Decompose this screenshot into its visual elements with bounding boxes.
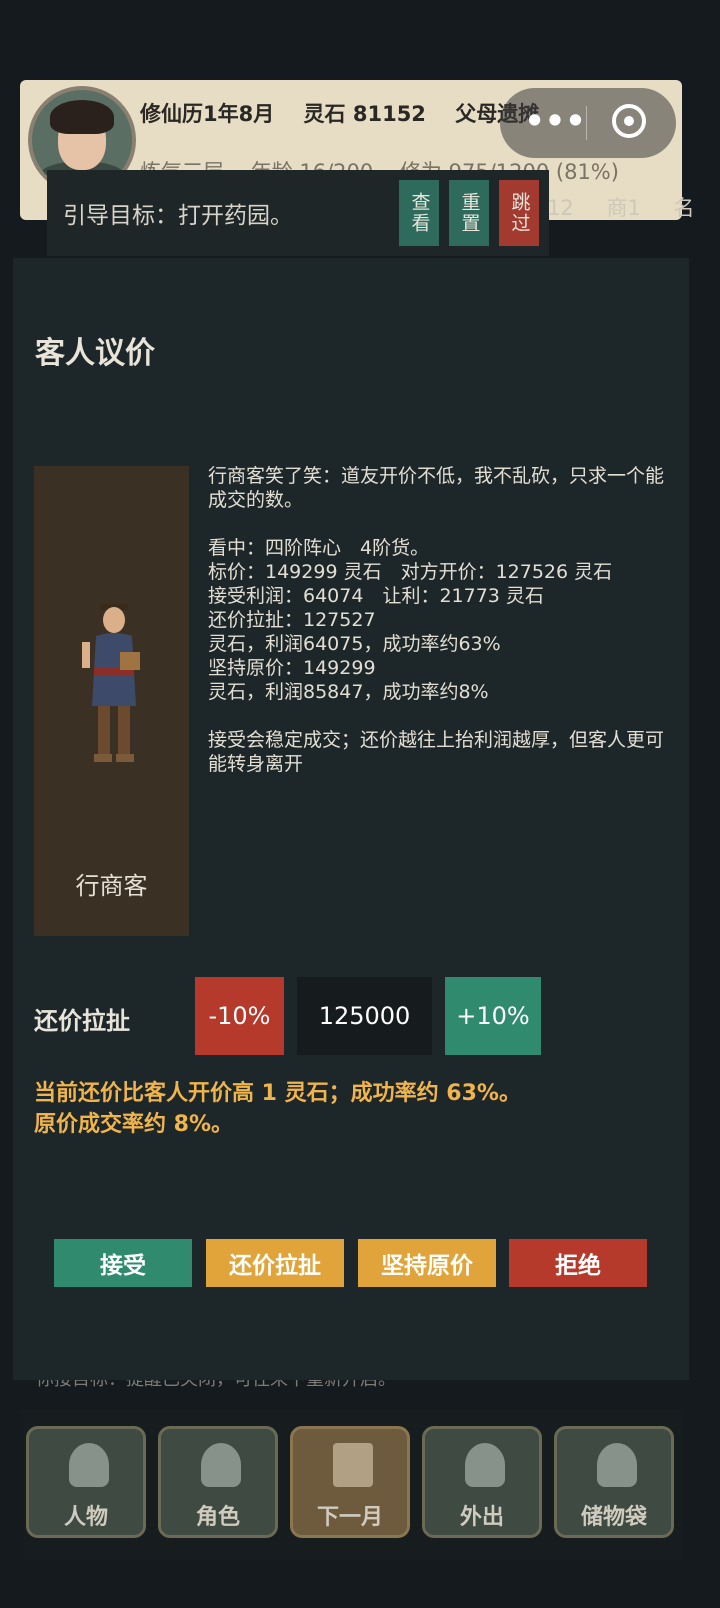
lotus-icon — [465, 1443, 505, 1487]
accept-profit-line: 接受利润：64074 让利：21773 灵石 — [208, 585, 544, 607]
hold-price-button[interactable]: 坚持原价 — [358, 1239, 496, 1287]
right-frag-b: 商1 — [606, 196, 641, 220]
guide-skip-button[interactable]: 跳过 — [499, 180, 539, 246]
nav-label: 储物袋 — [580, 1505, 647, 1530]
guide-view-button[interactable]: 查看 — [399, 180, 439, 246]
close-target-icon[interactable] — [612, 104, 646, 138]
capsule-divider — [586, 106, 587, 140]
strategy-note: 接受会稳定成交；还价越往上抬利润越厚，但客人更可能转身离开 — [208, 729, 665, 775]
haggle-label: 还价拉扯 — [34, 1007, 130, 1035]
merchant-portrait — [82, 604, 140, 762]
guide-text: 引导目标：打开药园。 — [63, 203, 293, 229]
customer-name: 行商客 — [75, 872, 148, 900]
decrease-price-button[interactable]: -10% — [195, 977, 284, 1055]
bottom-nav: 人物 角色 下一月 外出 储物袋 — [20, 1410, 682, 1560]
hold-line-2: 灵石，利润85847，成功率约8% — [208, 681, 489, 703]
hold-line-1: 坚持原价：149299 — [208, 657, 376, 679]
nav-storage-bag-button[interactable]: 储物袋 — [554, 1426, 674, 1538]
item-line: 看中：四阶阵心 4阶货。 — [208, 537, 430, 559]
increase-price-button[interactable]: +10% — [445, 977, 541, 1055]
calendar-text: 修仙历1年8月 — [140, 102, 275, 126]
person-icon — [69, 1443, 109, 1487]
more-icon[interactable]: ••• — [520, 104, 590, 142]
reject-button[interactable]: 拒绝 — [509, 1239, 647, 1287]
status-row-right: /12 商1 名 — [540, 192, 720, 222]
role-icon — [201, 1443, 241, 1487]
counter-price-input[interactable]: 125000 — [297, 977, 432, 1055]
nav-character-button[interactable]: 人物 — [26, 1426, 146, 1538]
modal-title: 客人议价 — [35, 336, 155, 371]
accept-button[interactable]: 接受 — [54, 1239, 192, 1287]
nav-label: 下一月 — [316, 1505, 383, 1530]
spirit-stones-text: 灵石 81152 — [303, 102, 426, 126]
right-frag-c: 名 — [673, 196, 695, 220]
nav-next-month-button[interactable]: 下一月 — [290, 1426, 410, 1538]
bag-icon — [597, 1443, 637, 1487]
status-row-main: 修仙历1年8月 灵石 81152 父母遗摊 — [140, 98, 561, 128]
counter-offer-button[interactable]: 还价拉扯 — [206, 1239, 344, 1287]
nav-role-button[interactable]: 角色 — [158, 1426, 278, 1538]
nav-label: 人物 — [63, 1505, 108, 1530]
mini-program-capsule: ••• — [500, 88, 676, 158]
list-price-line: 标价：149299 灵石 对方开价：127526 灵石 — [208, 561, 613, 583]
nav-label: 外出 — [459, 1505, 504, 1530]
nav-outing-button[interactable]: 外出 — [422, 1426, 542, 1538]
counter-line-2: 灵石，利润64075，成功率约63% — [208, 633, 501, 655]
counter-line-1: 还价拉扯：127527 — [208, 609, 376, 631]
guide-reset-button[interactable]: 重置 — [449, 180, 489, 246]
guide-banner: 引导目标：打开药园。 查看 重置 跳过 — [47, 170, 549, 256]
avatar-hair — [50, 100, 114, 134]
negotiation-details: 行商客笑了笑：道友开价不低，我不乱砍，只求一个能成交的数。 看中：四阶阵心 4阶… — [208, 464, 670, 776]
success-rate-hint: 当前还价比客人开价高 1 灵石；成功率约 63%。原价成交率约 8%。 — [34, 1081, 521, 1137]
haggle-modal: 客人议价 行商客 行商客笑了笑：道友开价不低，我不乱砍，只求一个能成交的数。 看… — [13, 258, 689, 1380]
flag-icon — [333, 1443, 373, 1487]
nav-label: 角色 — [195, 1505, 240, 1530]
customer-card: 行商客 — [34, 466, 189, 936]
customer-dialogue: 行商客笑了笑：道友开价不低，我不乱砍，只求一个能成交的数。 — [208, 465, 665, 511]
